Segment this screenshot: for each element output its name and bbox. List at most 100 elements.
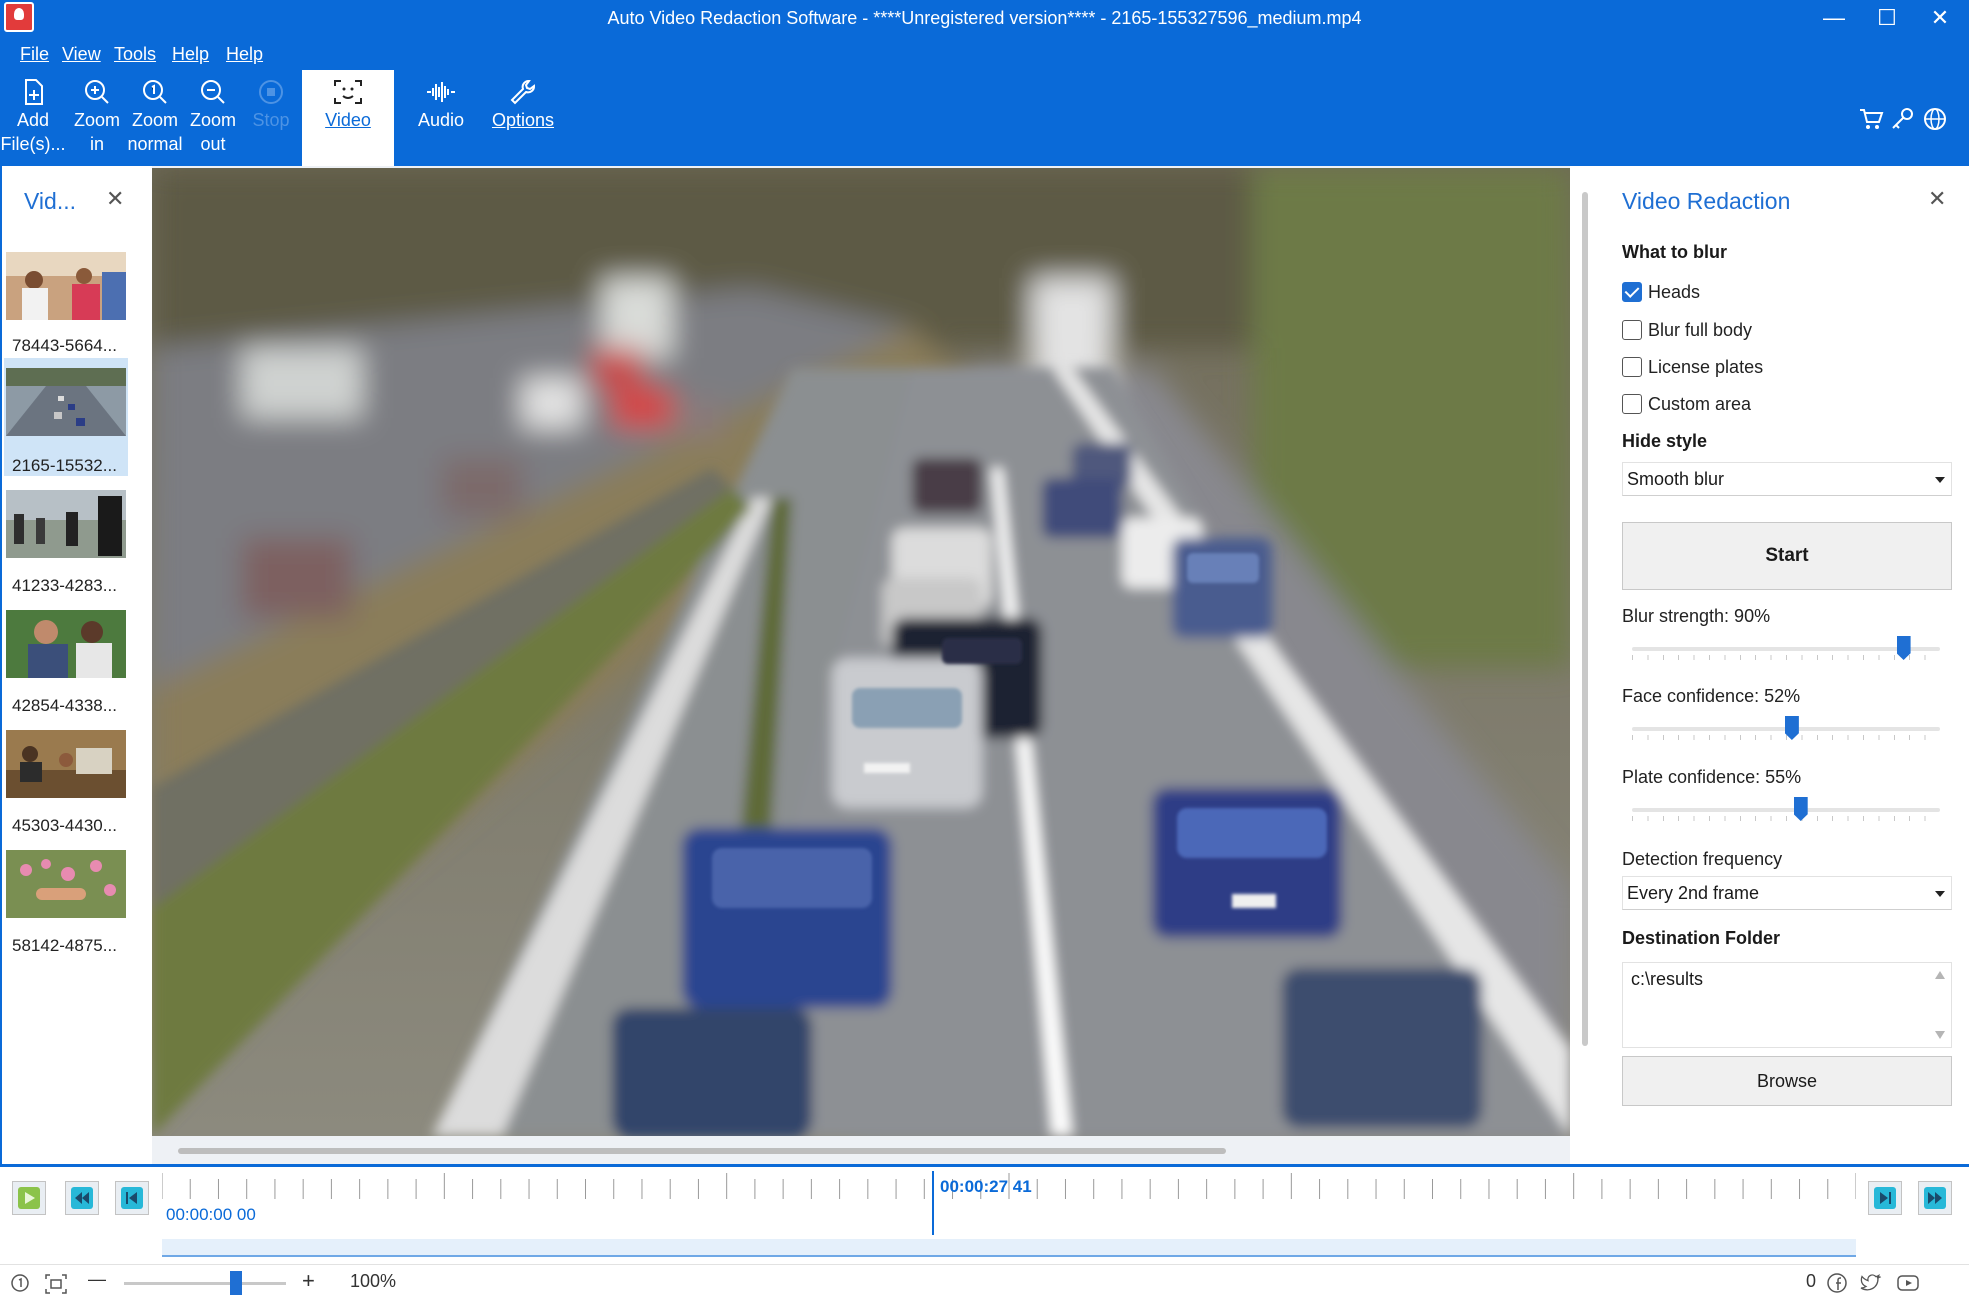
zoom-slider[interactable]	[124, 1282, 286, 1285]
key-icon[interactable]	[1890, 106, 1916, 132]
panel-vertical-scrollbar[interactable]	[1582, 192, 1588, 1046]
window-title: Auto Video Redaction Software - ****Unre…	[607, 8, 1362, 28]
globe-icon[interactable]	[1922, 106, 1948, 132]
blur-strength-slider[interactable]	[1632, 636, 1940, 662]
video-horizontal-scrollbar[interactable]	[178, 1148, 1226, 1154]
zoom-normal-icon[interactable]	[10, 1273, 32, 1295]
checkbox-box[interactable]	[1622, 394, 1642, 414]
cart-icon[interactable]	[1858, 106, 1884, 132]
video-tab-button[interactable]: Video	[302, 70, 394, 166]
play-button[interactable]	[12, 1181, 46, 1215]
hide-style-value: Smooth blur	[1627, 469, 1725, 489]
start-time: 00:00:00 00	[166, 1205, 256, 1224]
file-thumbnail[interactable]	[6, 730, 126, 798]
file-label[interactable]: 45303-4430...	[12, 816, 117, 836]
scroll-up-icon[interactable]	[1935, 971, 1945, 979]
zoom-out-icon	[201, 80, 225, 104]
add-file-icon	[25, 79, 43, 105]
audio-tab-label: Audio	[417, 110, 465, 130]
stop-button[interactable]: Stop	[246, 70, 296, 166]
menu-help-2[interactable]: Help	[226, 44, 263, 65]
checkbox-box[interactable]	[1622, 320, 1642, 340]
scroll-down-icon[interactable]	[1935, 1031, 1945, 1039]
file-thumbnail[interactable]	[6, 610, 126, 678]
options-button[interactable]: Options	[484, 70, 562, 166]
file-label[interactable]: 78443-5664...	[12, 336, 117, 356]
zoom-out-button[interactable]: —	[88, 1269, 106, 1290]
heads-label: Heads	[1648, 282, 1701, 302]
status-bar: — + 100% 0	[0, 1264, 1969, 1301]
file-thumbnail[interactable]	[6, 490, 126, 558]
zoom-out-label: Zoom	[189, 110, 236, 130]
what-to-blur-heading: What to blur	[1622, 242, 1727, 262]
jump-to-start-button[interactable]	[65, 1181, 99, 1215]
menu-view[interactable]: View	[62, 44, 101, 65]
audio-wave-icon	[427, 82, 455, 102]
timeline-playhead[interactable]	[932, 1171, 934, 1235]
add-files-label: Add	[16, 110, 50, 130]
video-redaction-title: Video Redaction	[1622, 188, 1791, 214]
menu-tools[interactable]: Tools	[114, 44, 156, 65]
close-window-button[interactable]: ✕	[1914, 0, 1966, 40]
minimize-button[interactable]: —	[1808, 0, 1860, 40]
fit-to-window-icon[interactable]	[44, 1273, 68, 1295]
destination-folder-input[interactable]: c:\results	[1622, 962, 1952, 1048]
next-frame-icon	[1874, 1187, 1896, 1209]
zoom-normal-icon	[143, 80, 167, 104]
video-frame[interactable]	[152, 168, 1570, 1136]
file-label[interactable]: 42854-4338...	[12, 696, 117, 716]
browse-button[interactable]: Browse	[1622, 1056, 1952, 1106]
file-thumbnail-selected[interactable]	[6, 368, 126, 436]
zoom-in-label-2: in	[89, 134, 104, 154]
add-files-label-2: File(s)...	[0, 134, 66, 154]
youtube-icon[interactable]	[1896, 1272, 1920, 1294]
zoom-out-button[interactable]: Zoom out	[186, 70, 240, 166]
maximize-button[interactable]: ☐	[1861, 0, 1913, 40]
close-redaction-panel-button[interactable]: ✕	[1928, 186, 1946, 212]
zoom-in-button[interactable]: Zoom in	[70, 70, 124, 166]
start-button[interactable]: Start	[1622, 522, 1952, 590]
counter: 0	[1806, 1271, 1817, 1291]
zoom-normal-button[interactable]: Zoom normal	[124, 70, 186, 166]
menu-file[interactable]: File	[20, 44, 49, 65]
jump-to-end-button[interactable]	[1918, 1181, 1952, 1215]
blur-strength-label: Blur strength: 90%	[1622, 606, 1771, 626]
close-video-files-panel-button[interactable]: ✕	[106, 186, 124, 212]
twitter-icon[interactable]	[1860, 1272, 1882, 1294]
ribbon-right-icons	[1858, 106, 1958, 134]
checkbox-box[interactable]	[1622, 357, 1642, 377]
zoom-normal-label-2: normal	[127, 134, 183, 154]
video-tab-label: Video	[325, 110, 371, 130]
slider-track	[1632, 647, 1940, 651]
wrench-icon	[510, 80, 535, 105]
detection-frequency-dropdown[interactable]: Every 2nd frame	[1622, 876, 1952, 910]
timeline-track[interactable]	[162, 1239, 1856, 1257]
next-frame-button[interactable]	[1868, 1181, 1902, 1215]
file-thumbnail[interactable]	[6, 850, 126, 918]
previous-frame-button[interactable]	[115, 1181, 149, 1215]
menu-help[interactable]: Help	[172, 44, 209, 65]
stop-icon	[259, 80, 283, 104]
add-files-button[interactable]: Add File(s)...	[0, 70, 66, 166]
audio-tab-button[interactable]: Audio	[408, 70, 474, 166]
previous-frame-icon	[121, 1187, 143, 1209]
checkbox-box[interactable]	[1622, 282, 1642, 302]
hide-style-dropdown[interactable]: Smooth blur	[1622, 462, 1952, 496]
facebook-icon[interactable]	[1826, 1272, 1848, 1294]
plate-confidence-slider[interactable]	[1632, 797, 1940, 823]
chevron-down-icon	[1935, 891, 1945, 897]
file-label[interactable]: 2165-15532...	[12, 456, 117, 476]
face-confidence-slider[interactable]	[1632, 716, 1940, 742]
file-thumbnail[interactable]	[6, 252, 126, 320]
zoom-in-button[interactable]: +	[302, 1268, 315, 1294]
timeline: 00:00:27 41 00:00:00 00	[0, 1164, 1969, 1264]
slider-ticks	[1632, 816, 1940, 821]
options-label: Options	[491, 110, 555, 130]
file-label[interactable]: 58142-4875...	[12, 936, 117, 956]
zoom-slider-thumb[interactable]	[230, 1271, 242, 1295]
slider-track	[1632, 808, 1940, 812]
video-redaction-panel: Video Redaction ✕ What to blur Heads Blu…	[1570, 166, 1969, 1164]
zoom-out-label-2: out	[200, 134, 226, 154]
file-label[interactable]: 41233-4283...	[12, 576, 117, 596]
chevron-down-icon	[1935, 477, 1945, 483]
